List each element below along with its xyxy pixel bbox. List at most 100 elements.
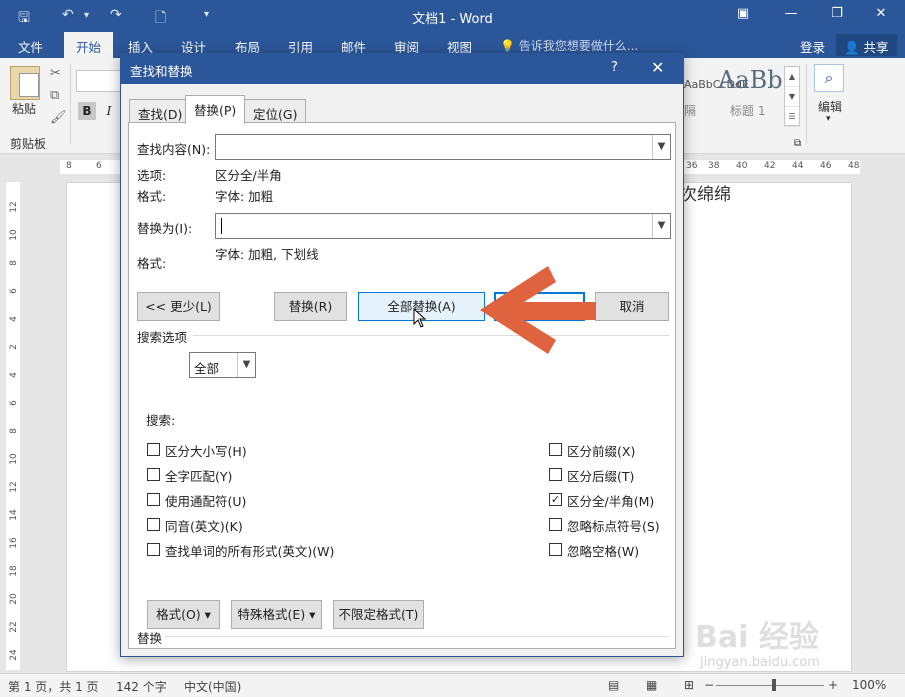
chevron-down-icon[interactable]: ▼ (652, 214, 670, 238)
vertical-ruler: 12 10 8 6 4 2 4 6 8 10 12 14 16 18 20 22… (6, 182, 20, 670)
tab-goto[interactable]: 定位(G) (244, 99, 307, 123)
restore-button[interactable]: ❐ (822, 6, 852, 21)
group-separator (806, 64, 807, 144)
share-button[interactable]: 👤 共享 (836, 34, 897, 56)
ruler-tick: 4 (9, 372, 19, 378)
format-button[interactable]: 格式(O) ▾ (147, 600, 220, 629)
italic-button[interactable]: I (100, 102, 118, 120)
ruler-tick: 12 (9, 481, 19, 493)
paste-label[interactable]: 粘贴 (12, 100, 36, 117)
checkbox-box[interactable] (549, 468, 562, 481)
word-count[interactable]: 142 个字 (116, 678, 167, 695)
close-window-button[interactable]: ✕ (866, 6, 896, 21)
ruler-tick: 10 (9, 229, 19, 241)
options-label: 选项: (137, 168, 167, 183)
ruler-tick: 24 (9, 649, 19, 661)
ruler-tick: 16 (9, 537, 19, 549)
cut-icon[interactable]: ✂ (50, 66, 61, 81)
search-direction-value: 全部 (194, 361, 220, 376)
checkbox-label: 区分全/半角(M) (567, 494, 655, 509)
chevron-down-icon[interactable]: ▼ (237, 353, 255, 377)
search-direction-select[interactable]: 全部 ▼ (189, 352, 256, 378)
watermark-brand: Bai 经验 (695, 620, 819, 655)
tell-me-box[interactable]: 💡 告诉我您想要做什么... (500, 37, 638, 54)
less-button[interactable]: << 更少(L) (137, 292, 220, 321)
text-cursor (221, 218, 222, 234)
bold-button[interactable]: B (78, 102, 96, 120)
dialog-close-button[interactable]: ✕ (651, 58, 664, 77)
ruler-tick: 46 (820, 161, 832, 171)
more-styles-icon[interactable]: ☰ (785, 107, 799, 127)
tab-replace[interactable]: 替换(P) (185, 95, 246, 124)
font-name-box[interactable] (76, 70, 126, 92)
zoom-slider-track[interactable] (716, 685, 824, 686)
section-divider (165, 636, 669, 637)
zoom-slider-thumb[interactable] (772, 679, 776, 691)
checkbox-box[interactable] (549, 518, 562, 531)
tab-file[interactable]: 文件 (18, 37, 43, 56)
checkbox-box[interactable] (549, 443, 562, 456)
ruler-tick: 38 (708, 161, 720, 171)
checkbox-label: 忽略标点符号(S) (567, 519, 660, 534)
find-input[interactable]: ▼ (215, 134, 671, 160)
edit-dropdown-icon[interactable]: ▾ (826, 114, 831, 124)
ribbon-display-icon[interactable]: ▣ (728, 6, 758, 21)
format-painter-icon[interactable]: 🖌 (50, 110, 67, 125)
signin-link[interactable]: 登录 (800, 37, 825, 56)
checkbox-label: 区分前缀(X) (567, 444, 636, 459)
watermark-url: jingyan.baidu.com (700, 655, 820, 670)
lightbulb-icon: 💡 (500, 39, 519, 53)
minimize-button[interactable]: — (776, 6, 806, 21)
checkbox-box[interactable] (549, 543, 562, 556)
group-separator (70, 64, 71, 144)
web-layout-icon[interactable]: ⊞ (684, 678, 694, 692)
checkbox-box[interactable] (147, 493, 160, 506)
chevron-down-icon[interactable]: ▼ (652, 135, 670, 159)
ruler-tick: 22 (9, 621, 19, 633)
replace-section-title: 替换 (137, 631, 163, 646)
search-icon[interactable]: ⌕ (814, 64, 844, 92)
checkmark-icon[interactable]: ✓ (549, 493, 562, 506)
replace-input[interactable]: ▼ (215, 213, 671, 239)
window-title: 文档1 - Word (412, 12, 493, 27)
edit-label[interactable]: 编辑 (818, 98, 842, 115)
checkbox-box[interactable] (147, 543, 160, 556)
zoom-out-icon[interactable]: − (704, 678, 714, 692)
style-preview-heading1[interactable]: AaBb (718, 66, 783, 94)
find-label: 查找内容(N): (137, 142, 211, 157)
zoom-level[interactable]: 100% (852, 678, 886, 692)
ruler-tick: 8 (66, 161, 72, 171)
tab-home[interactable]: 开始 (64, 32, 114, 58)
copy-icon[interactable]: ⧉ (50, 88, 59, 103)
ruler-tick: 12 (9, 201, 19, 213)
scroll-up-icon[interactable]: ▲ (785, 67, 799, 87)
page-count[interactable]: 第 1 页，共 1 页 (8, 678, 99, 695)
language-indicator[interactable]: 中文(中国) (184, 678, 241, 695)
mouse-pointer-icon (413, 308, 427, 328)
cancel-button[interactable]: 取消 (595, 292, 669, 321)
search-options-title: 搜索选项 (137, 330, 188, 345)
styles-scroller[interactable]: ▲ ▼ ☰ (784, 66, 800, 127)
replace-button[interactable]: 替换(R) (274, 292, 347, 321)
no-formatting-button[interactable]: 不限定格式(T) (333, 600, 424, 629)
checkbox-box[interactable] (147, 443, 160, 456)
scroll-down-icon[interactable]: ▼ (785, 87, 799, 107)
checkbox-label: 区分大小写(H) (165, 444, 247, 459)
paste-icon[interactable] (10, 66, 40, 100)
special-format-button[interactable]: 特殊格式(E) ▾ (231, 600, 322, 629)
search-direction-label: 搜索: (146, 413, 176, 428)
style-label-heading1: 标题 1 (730, 104, 766, 118)
checkbox-label: 查找单词的所有形式(英文)(W) (165, 544, 335, 559)
help-button[interactable]: ? (611, 60, 618, 75)
ruler-tick: 20 (9, 593, 19, 605)
zoom-in-icon[interactable]: + (828, 678, 838, 692)
tell-me-text: 告诉我您想要做什么... (518, 39, 639, 53)
dialog-launcher-icon[interactable]: ⧉ (794, 138, 801, 149)
dialog-title-bar: 查找和替换 ? ✕ (121, 54, 683, 84)
read-mode-icon[interactable]: ▤ (608, 678, 619, 692)
document-text[interactable]: 次绵绵 (680, 180, 731, 205)
tab-find[interactable]: 查找(D) (129, 99, 192, 123)
checkbox-box[interactable] (147, 518, 160, 531)
print-layout-icon[interactable]: ▦ (646, 678, 657, 692)
checkbox-box[interactable] (147, 468, 160, 481)
